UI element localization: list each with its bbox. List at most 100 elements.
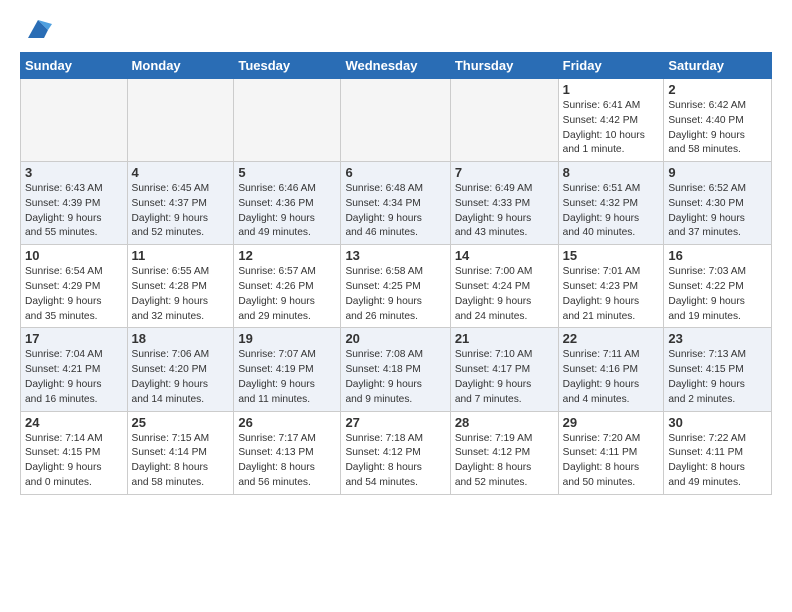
day-number: 20 <box>345 331 445 346</box>
day-number: 12 <box>238 248 336 263</box>
day-number: 11 <box>132 248 230 263</box>
calendar-cell: 23 Sunrise: 7:13 AMSunset: 4:15 PMDayligh… <box>664 328 772 411</box>
calendar-cell: 12 Sunrise: 6:57 AMSunset: 4:26 PMDayligh… <box>234 245 341 328</box>
calendar-cell: 15 Sunrise: 7:01 AMSunset: 4:23 PMDayligh… <box>558 245 664 328</box>
day-info: Sunrise: 6:55 AMSunset: 4:28 PMDaylight:… <box>132 265 230 324</box>
day-info: Sunrise: 6:46 AMSunset: 4:36 PMDaylight:… <box>238 182 336 241</box>
calendar-cell: 28Sunrise: 7:19 AMSunset: 4:12 PMDayligh… <box>450 411 558 494</box>
calendar-cell: 20 Sunrise: 7:08 AMSunset: 4:18 PMDayligh… <box>341 328 450 411</box>
day-number: 10 <box>25 248 123 263</box>
calendar-cell: 29 Sunrise: 7:20 AMSunset: 4:11 PMDayligh… <box>558 411 664 494</box>
day-of-week-header: Wednesday <box>341 53 450 79</box>
day-info: Sunrise: 7:10 AMSunset: 4:17 PMDaylight:… <box>455 348 554 407</box>
day-number: 15 <box>563 248 660 263</box>
day-info: Sunrise: 7:20 AMSunset: 4:11 PMDaylight:… <box>563 432 660 491</box>
day-number: 8 <box>563 165 660 180</box>
page: SundayMondayTuesdayWednesdayThursdayFrid… <box>0 0 792 511</box>
calendar-cell <box>127 79 234 162</box>
day-info: Sunrise: 7:04 AMSunset: 4:21 PMDaylight:… <box>25 348 123 407</box>
header <box>20 16 772 44</box>
calendar-cell: 16 Sunrise: 7:03 AMSunset: 4:22 PMDayligh… <box>664 245 772 328</box>
calendar-week-row: 24Sunrise: 7:14 AMSunset: 4:15 PMDayligh… <box>21 411 772 494</box>
day-of-week-header: Friday <box>558 53 664 79</box>
day-info: Sunrise: 6:58 AMSunset: 4:25 PMDaylight:… <box>345 265 445 324</box>
day-of-week-header: Thursday <box>450 53 558 79</box>
calendar-table: SundayMondayTuesdayWednesdayThursdayFrid… <box>20 52 772 495</box>
calendar-cell: 8 Sunrise: 6:51 AMSunset: 4:32 PMDaylight… <box>558 162 664 245</box>
day-number: 22 <box>563 331 660 346</box>
day-number: 9 <box>668 165 767 180</box>
calendar-cell <box>234 79 341 162</box>
calendar-cell: 27 Sunrise: 7:18 AMSunset: 4:12 PMDayligh… <box>341 411 450 494</box>
calendar-cell: 11 Sunrise: 6:55 AMSunset: 4:28 PMDayligh… <box>127 245 234 328</box>
calendar-cell: 17 Sunrise: 7:04 AMSunset: 4:21 PMDayligh… <box>21 328 128 411</box>
day-info: Sunrise: 7:17 AMSunset: 4:13 PMDaylight:… <box>238 432 336 491</box>
day-number: 30 <box>668 415 767 430</box>
day-info: Sunrise: 6:45 AMSunset: 4:37 PMDaylight:… <box>132 182 230 241</box>
day-number: 14 <box>455 248 554 263</box>
day-info: Sunrise: 7:14 AMSunset: 4:15 PMDaylight:… <box>25 432 123 491</box>
day-info: Sunrise: 6:48 AMSunset: 4:34 PMDaylight:… <box>345 182 445 241</box>
calendar-cell: 6 Sunrise: 6:48 AMSunset: 4:34 PMDaylight… <box>341 162 450 245</box>
calendar-cell: 25 Sunrise: 7:15 AMSunset: 4:14 PMDayligh… <box>127 411 234 494</box>
calendar-cell: 2 Sunrise: 6:42 AMSunset: 4:40 PMDaylight… <box>664 79 772 162</box>
day-number: 25 <box>132 415 230 430</box>
day-info: Sunrise: 7:13 AMSunset: 4:15 PMDaylight:… <box>668 348 767 407</box>
day-of-week-header: Tuesday <box>234 53 341 79</box>
day-info: Sunrise: 7:06 AMSunset: 4:20 PMDaylight:… <box>132 348 230 407</box>
day-info: Sunrise: 7:18 AMSunset: 4:12 PMDaylight:… <box>345 432 445 491</box>
day-info: Sunrise: 7:00 AMSunset: 4:24 PMDaylight:… <box>455 265 554 324</box>
day-info: Sunrise: 6:51 AMSunset: 4:32 PMDaylight:… <box>563 182 660 241</box>
calendar-cell: 19Sunrise: 7:07 AMSunset: 4:19 PMDayligh… <box>234 328 341 411</box>
day-number: 3 <box>25 165 123 180</box>
calendar-cell: 18 Sunrise: 7:06 AMSunset: 4:20 PMDayligh… <box>127 328 234 411</box>
calendar-week-row: 3 Sunrise: 6:43 AMSunset: 4:39 PMDaylight… <box>21 162 772 245</box>
day-number: 1 <box>563 82 660 97</box>
day-number: 2 <box>668 82 767 97</box>
calendar-cell: 3 Sunrise: 6:43 AMSunset: 4:39 PMDaylight… <box>21 162 128 245</box>
calendar-cell: 26 Sunrise: 7:17 AMSunset: 4:13 PMDayligh… <box>234 411 341 494</box>
day-number: 17 <box>25 331 123 346</box>
day-of-week-header: Monday <box>127 53 234 79</box>
day-number: 7 <box>455 165 554 180</box>
day-number: 29 <box>563 415 660 430</box>
day-number: 23 <box>668 331 767 346</box>
day-number: 6 <box>345 165 445 180</box>
day-info: Sunrise: 7:01 AMSunset: 4:23 PMDaylight:… <box>563 265 660 324</box>
day-info: Sunrise: 7:22 AMSunset: 4:11 PMDaylight:… <box>668 432 767 491</box>
calendar-cell: 1Sunrise: 6:41 AMSunset: 4:42 PMDaylight… <box>558 79 664 162</box>
calendar-cell: 22 Sunrise: 7:11 AMSunset: 4:16 PMDayligh… <box>558 328 664 411</box>
day-info: Sunrise: 7:11 AMSunset: 4:16 PMDaylight:… <box>563 348 660 407</box>
calendar-cell: 9 Sunrise: 6:52 AMSunset: 4:30 PMDaylight… <box>664 162 772 245</box>
calendar-cell: 13 Sunrise: 6:58 AMSunset: 4:25 PMDayligh… <box>341 245 450 328</box>
day-number: 13 <box>345 248 445 263</box>
calendar-week-row: 10 Sunrise: 6:54 AMSunset: 4:29 PMDayligh… <box>21 245 772 328</box>
day-number: 16 <box>668 248 767 263</box>
day-number: 19 <box>238 331 336 346</box>
day-info: Sunrise: 6:54 AMSunset: 4:29 PMDaylight:… <box>25 265 123 324</box>
day-number: 28 <box>455 415 554 430</box>
day-number: 21 <box>455 331 554 346</box>
calendar-cell: 7 Sunrise: 6:49 AMSunset: 4:33 PMDaylight… <box>450 162 558 245</box>
day-number: 18 <box>132 331 230 346</box>
day-info: Sunrise: 6:42 AMSunset: 4:40 PMDaylight:… <box>668 99 767 158</box>
day-number: 26 <box>238 415 336 430</box>
calendar-week-row: 1Sunrise: 6:41 AMSunset: 4:42 PMDaylight… <box>21 79 772 162</box>
day-number: 5 <box>238 165 336 180</box>
day-info: Sunrise: 6:52 AMSunset: 4:30 PMDaylight:… <box>668 182 767 241</box>
day-info: Sunrise: 7:15 AMSunset: 4:14 PMDaylight:… <box>132 432 230 491</box>
day-info: Sunrise: 7:08 AMSunset: 4:18 PMDaylight:… <box>345 348 445 407</box>
day-info: Sunrise: 6:57 AMSunset: 4:26 PMDaylight:… <box>238 265 336 324</box>
calendar-header-row: SundayMondayTuesdayWednesdayThursdayFrid… <box>21 53 772 79</box>
day-info: Sunrise: 7:03 AMSunset: 4:22 PMDaylight:… <box>668 265 767 324</box>
calendar-cell <box>450 79 558 162</box>
day-info: Sunrise: 6:43 AMSunset: 4:39 PMDaylight:… <box>25 182 123 241</box>
calendar-cell: 21 Sunrise: 7:10 AMSunset: 4:17 PMDayligh… <box>450 328 558 411</box>
calendar-cell: 5 Sunrise: 6:46 AMSunset: 4:36 PMDaylight… <box>234 162 341 245</box>
logo <box>20 16 52 44</box>
day-number: 27 <box>345 415 445 430</box>
day-number: 4 <box>132 165 230 180</box>
day-of-week-header: Saturday <box>664 53 772 79</box>
day-info: Sunrise: 6:49 AMSunset: 4:33 PMDaylight:… <box>455 182 554 241</box>
calendar-cell: 24Sunrise: 7:14 AMSunset: 4:15 PMDayligh… <box>21 411 128 494</box>
